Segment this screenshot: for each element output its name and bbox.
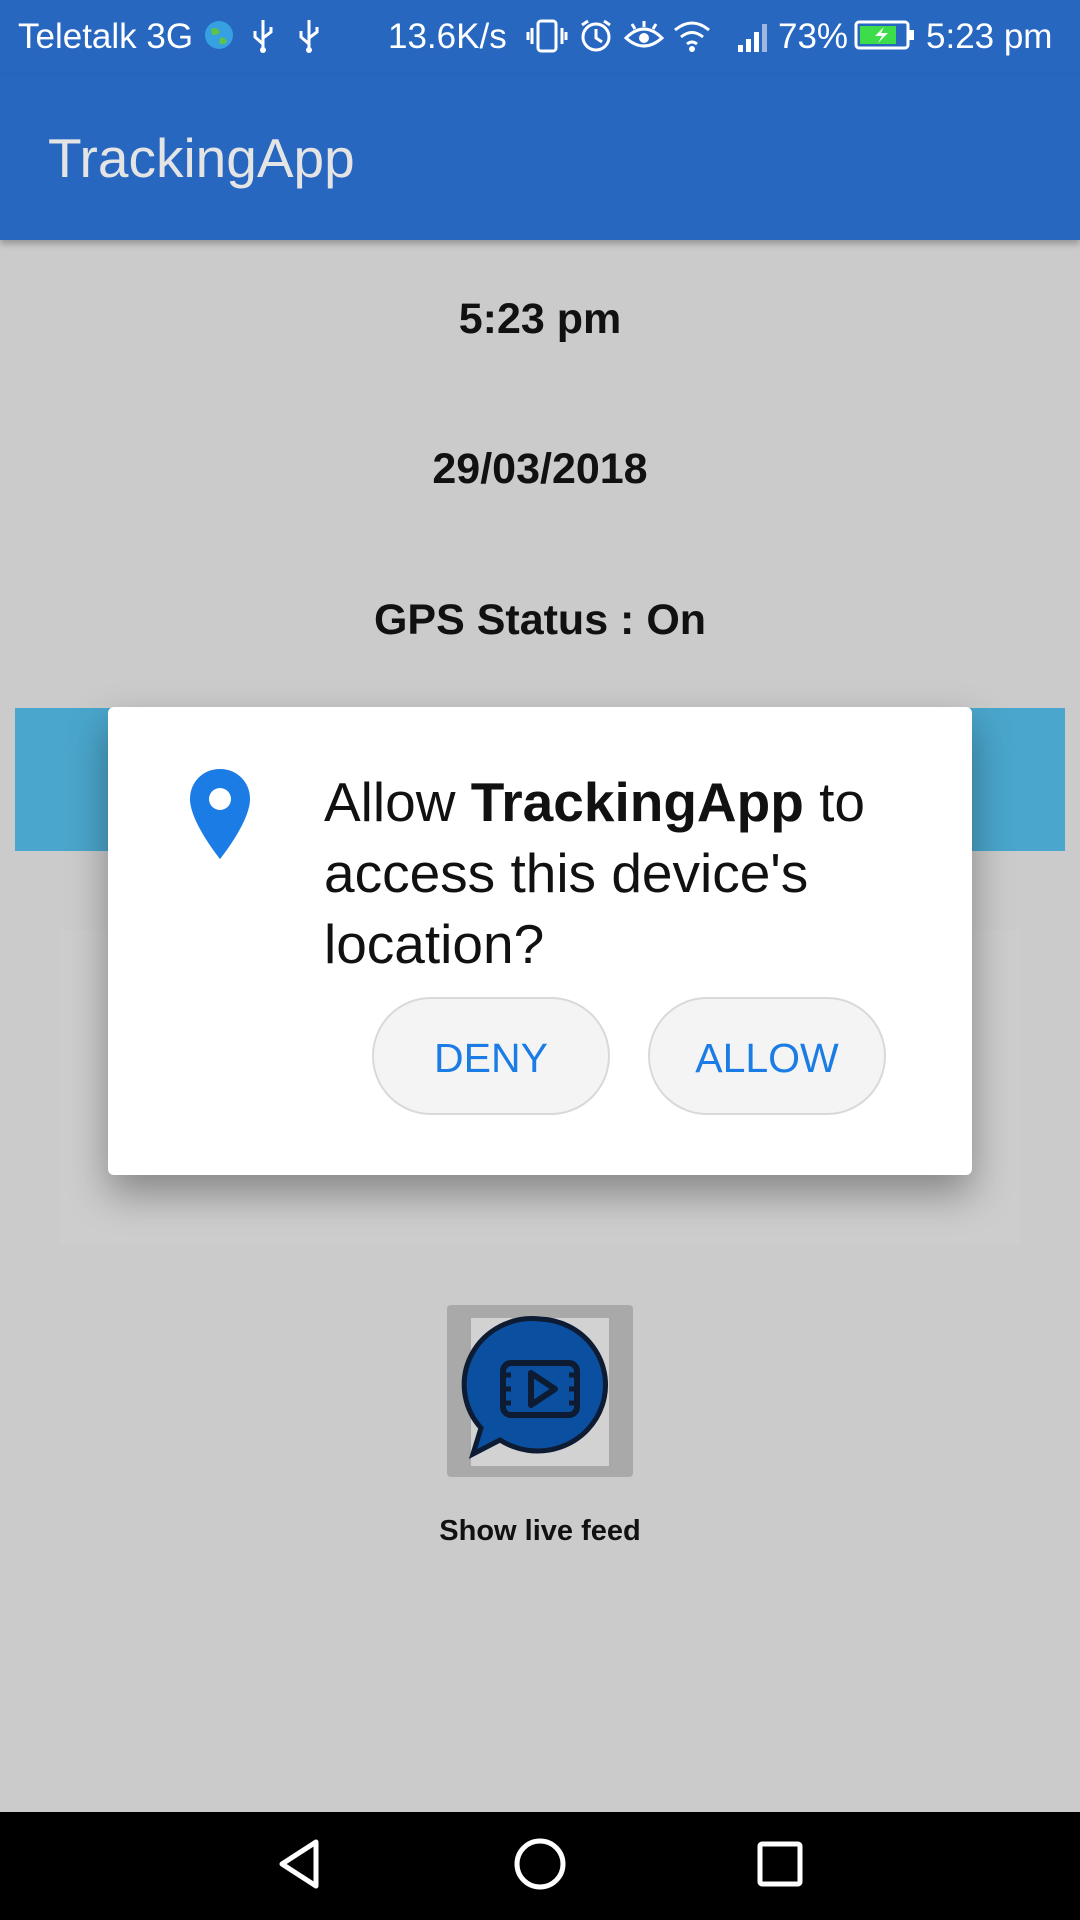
- status-time: 5:23 pm: [926, 17, 1053, 56]
- vibrate-icon: [526, 19, 568, 53]
- show-live-feed-button[interactable]: [447, 1305, 633, 1477]
- app-title: TrackingApp: [48, 127, 355, 189]
- usb-icon: [253, 20, 273, 53]
- location-pin-icon: [190, 769, 250, 859]
- globe-icon: [205, 21, 233, 49]
- back-icon[interactable]: [270, 1834, 330, 1894]
- carrier-label: Teletalk 3G: [18, 17, 194, 56]
- deny-button[interactable]: DENY: [372, 997, 610, 1115]
- current-time: 5:23 pm: [458, 295, 622, 343]
- video-chat-icon: [461, 1316, 609, 1466]
- app-bar: TrackingApp: [0, 75, 1080, 240]
- status-bar: Teletalk 3G 13.6K/s 73% 5:23 pm: [0, 0, 1080, 75]
- show-live-feed-label: Show live feed: [439, 1515, 641, 1547]
- gps-status: GPS Status : On: [373, 596, 707, 644]
- dialog-message: Allow TrackingApp to access this device'…: [324, 767, 934, 980]
- dialog-app-name: TrackingApp: [470, 771, 804, 833]
- signal-icon: [738, 24, 767, 52]
- usb-icon: [299, 20, 319, 53]
- location-permission-dialog: Allow TrackingApp to access this device'…: [108, 707, 972, 1175]
- dialog-message-prefix: Allow: [324, 771, 471, 833]
- home-icon[interactable]: [510, 1834, 570, 1894]
- navigation-bar: [0, 1812, 1080, 1920]
- current-date: 29/03/2018: [432, 445, 648, 493]
- battery-charging-icon: [854, 20, 914, 50]
- recents-icon[interactable]: [750, 1834, 810, 1894]
- battery-percent: 73%: [778, 17, 849, 56]
- eye-icon: [624, 21, 664, 48]
- alarm-icon: [581, 19, 611, 52]
- wifi-icon: [674, 21, 710, 52]
- network-speed: 13.6K/s: [388, 17, 507, 56]
- allow-button[interactable]: ALLOW: [648, 997, 886, 1115]
